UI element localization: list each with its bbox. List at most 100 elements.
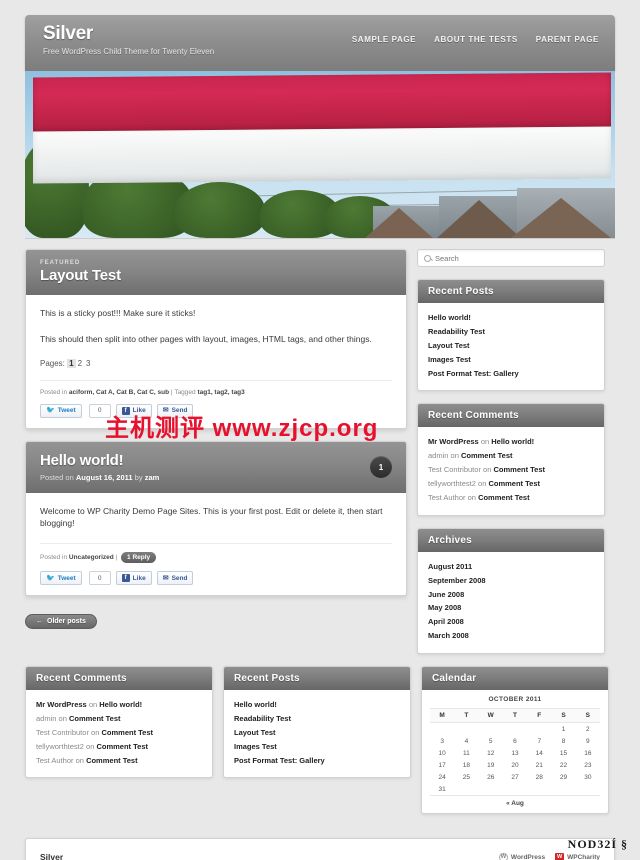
list-item[interactable]: Post Format Test: Gallery bbox=[428, 367, 594, 381]
list-item[interactable]: August 2011 bbox=[428, 560, 594, 574]
facebook-send-button[interactable]: ✉ Send bbox=[156, 403, 194, 418]
list-item[interactable]: Images Test bbox=[234, 740, 400, 754]
comment-author[interactable]: Mr WordPress bbox=[428, 437, 479, 446]
list-item[interactable]: Test Author on Comment Test bbox=[428, 491, 594, 505]
comment-author[interactable]: Test Contributor bbox=[36, 728, 89, 737]
list-item[interactable]: Test Author on Comment Test bbox=[36, 754, 202, 768]
comment-post-link[interactable]: Hello world! bbox=[491, 437, 534, 446]
wordpress-credit[interactable]: W WordPress bbox=[498, 852, 545, 860]
social-share-bar: 🐦 Tweet 0 f Like ✉ Send bbox=[40, 571, 392, 585]
post-entry-meta: Posted in aciform, Cat A, Cat B, Cat C, … bbox=[40, 379, 392, 396]
recent-post-link[interactable]: Readability Test bbox=[428, 327, 485, 336]
post-title[interactable]: Hello world! bbox=[40, 452, 392, 469]
recent-post-link[interactable]: Post Format Test: Gallery bbox=[234, 756, 325, 765]
archive-link[interactable]: June 2008 bbox=[428, 590, 464, 599]
reply-count-link[interactable]: 1 Reply bbox=[121, 552, 157, 563]
tree bbox=[175, 182, 265, 238]
list-item[interactable]: Hello world! bbox=[234, 698, 400, 712]
list-item[interactable]: tellyworthtest2 on Comment Test bbox=[36, 740, 202, 754]
recent-post-link[interactable]: Layout Test bbox=[428, 341, 470, 350]
calendar-day bbox=[479, 723, 503, 736]
archive-link[interactable]: May 2008 bbox=[428, 603, 461, 612]
archive-link[interactable]: August 2011 bbox=[428, 562, 472, 571]
nav-item-parent-page[interactable]: PARENT PAGE bbox=[536, 35, 599, 44]
calendar-day: 9 bbox=[586, 737, 590, 745]
recent-post-link[interactable]: Post Format Test: Gallery bbox=[428, 369, 519, 378]
search-input[interactable] bbox=[435, 253, 598, 263]
recent-post-link[interactable]: Images Test bbox=[428, 355, 471, 364]
list-item[interactable]: admin on Comment Test bbox=[36, 712, 202, 726]
recent-post-link[interactable]: Readability Test bbox=[234, 714, 291, 723]
comment-post-link[interactable]: Comment Test bbox=[86, 756, 138, 765]
recent-post-link[interactable]: Layout Test bbox=[234, 728, 276, 737]
calendar-day bbox=[479, 783, 503, 795]
comment-count-badge[interactable]: 1 bbox=[370, 456, 392, 478]
list-item[interactable]: Mr WordPress on Hello world! bbox=[36, 698, 202, 712]
post-tags[interactable]: tag1, tag2, tag3 bbox=[197, 389, 244, 396]
list-item[interactable]: Post Format Test: Gallery bbox=[234, 754, 400, 768]
page-link-1[interactable]: 1 bbox=[67, 358, 76, 368]
comment-author[interactable]: Test Author bbox=[36, 756, 74, 765]
nav-item-about-the-tests[interactable]: ABOUT THE TESTS bbox=[434, 35, 518, 44]
list-item[interactable]: Layout Test bbox=[428, 339, 594, 353]
comment-post-link[interactable]: Comment Test bbox=[69, 714, 121, 723]
facebook-send-button[interactable]: ✉ Send bbox=[156, 571, 194, 585]
comment-post-link[interactable]: Hello world! bbox=[99, 700, 142, 709]
comment-post-link[interactable]: Comment Test bbox=[96, 742, 148, 751]
comment-post-link[interactable]: Comment Test bbox=[101, 728, 153, 737]
list-item[interactable]: Test Contributor on Comment Test bbox=[428, 463, 594, 477]
comment-post-link[interactable]: Comment Test bbox=[461, 451, 513, 460]
comment-post-link[interactable]: Comment Test bbox=[478, 493, 530, 502]
archive-link[interactable]: April 2008 bbox=[428, 617, 464, 626]
on-label: on bbox=[483, 465, 492, 475]
list-item[interactable]: Test Contributor on Comment Test bbox=[36, 726, 202, 740]
search-box[interactable] bbox=[417, 249, 605, 267]
comment-post-link[interactable]: Comment Test bbox=[488, 479, 540, 488]
comment-author[interactable]: tellyworthtest2 bbox=[36, 742, 84, 751]
list-item[interactable]: Readability Test bbox=[234, 712, 400, 726]
post-date[interactable]: August 16, 2011 bbox=[76, 473, 133, 482]
list-item[interactable]: September 2008 bbox=[428, 574, 594, 588]
list-item[interactable]: tellyworthtest2 on Comment Test bbox=[428, 477, 594, 491]
tweet-button[interactable]: 🐦 Tweet bbox=[40, 403, 82, 418]
send-label: Send bbox=[171, 574, 188, 582]
comment-author[interactable]: admin bbox=[428, 451, 448, 460]
list-item[interactable]: Layout Test bbox=[234, 726, 400, 740]
list-item[interactable]: April 2008 bbox=[428, 615, 594, 629]
list-item[interactable]: Readability Test bbox=[428, 325, 594, 339]
header-banner-image bbox=[25, 71, 615, 239]
footer-site-name[interactable]: Silver bbox=[40, 852, 63, 860]
list-item[interactable]: Hello world! bbox=[428, 311, 594, 325]
facebook-like-button[interactable]: f Like bbox=[115, 571, 152, 585]
comment-author[interactable]: admin bbox=[36, 714, 56, 723]
list-item[interactable]: March 2008 bbox=[428, 629, 594, 643]
recent-post-link[interactable]: Hello world! bbox=[234, 700, 277, 709]
recent-post-link[interactable]: Hello world! bbox=[428, 313, 471, 322]
post-title[interactable]: Layout Test bbox=[40, 267, 392, 284]
nav-item-sample-page[interactable]: SAMPLE PAGE bbox=[352, 35, 416, 44]
archive-link[interactable]: March 2008 bbox=[428, 631, 469, 640]
tweet-button[interactable]: 🐦 Tweet bbox=[40, 571, 82, 585]
comment-post-link[interactable]: Comment Test bbox=[493, 465, 545, 474]
comment-author[interactable]: Mr WordPress bbox=[36, 700, 87, 709]
list-item[interactable]: June 2008 bbox=[428, 588, 594, 602]
wpcharity-credit[interactable]: W WPCharity bbox=[555, 852, 600, 860]
comment-author[interactable]: Test Contributor bbox=[428, 465, 481, 474]
post-author[interactable]: zam bbox=[145, 473, 160, 482]
list-item[interactable]: May 2008 bbox=[428, 601, 594, 615]
facebook-like-button[interactable]: f Like bbox=[115, 403, 152, 418]
comment-author[interactable]: Test Author bbox=[428, 493, 466, 502]
archive-link[interactable]: September 2008 bbox=[428, 576, 486, 585]
list-item[interactable]: Mr WordPress on Hello world! bbox=[428, 435, 594, 449]
calendar-prev-month-link[interactable]: « Aug bbox=[430, 795, 600, 809]
older-posts-button[interactable]: ← Older posts bbox=[25, 614, 97, 629]
recent-post-link[interactable]: Images Test bbox=[234, 742, 277, 751]
post-categories[interactable]: Uncategorized bbox=[69, 554, 114, 561]
list-item[interactable]: admin on Comment Test bbox=[428, 449, 594, 463]
comment-author[interactable]: tellyworthtest2 bbox=[428, 479, 476, 488]
list-item[interactable]: Images Test bbox=[428, 353, 594, 367]
calendar-day: 13 bbox=[511, 749, 519, 757]
post-categories[interactable]: aciform, Cat A, Cat B, Cat C, sub bbox=[69, 389, 169, 396]
page-link-3[interactable]: 3 bbox=[84, 359, 92, 368]
page-link-2[interactable]: 2 bbox=[76, 359, 84, 368]
